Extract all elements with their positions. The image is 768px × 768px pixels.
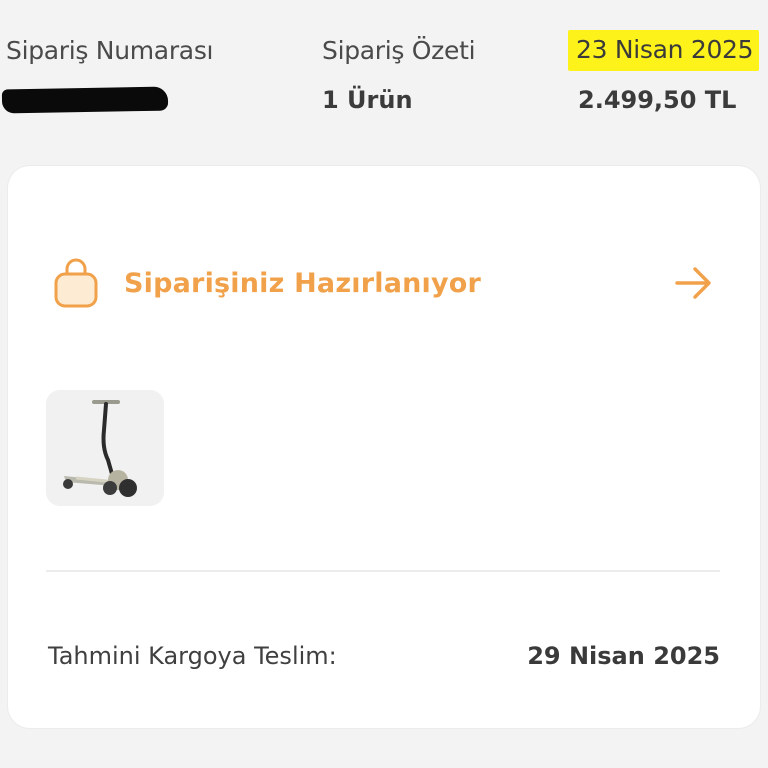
kick-scooter-image	[46, 390, 164, 506]
estimated-delivery-label: Tahmini Kargoya Teslim:	[48, 642, 337, 670]
order-status-row[interactable]: Siparişiniz Hazırlanıyor	[52, 254, 720, 312]
order-number-label: Sipariş Numarası	[6, 36, 214, 65]
order-number-redacted	[1, 86, 169, 114]
item-count: 1 Ürün	[322, 86, 413, 114]
arrow-right-icon[interactable]	[674, 264, 714, 302]
shopping-bag-icon	[54, 258, 98, 308]
order-date: 23 Nisan 2025	[568, 30, 760, 71]
order-summary-label: Sipariş Özeti	[322, 36, 476, 65]
order-status-text: Siparişiniz Hazırlanıyor	[124, 267, 482, 299]
order-total: 2.499,50 TL	[578, 86, 737, 114]
order-card: Siparişiniz Hazırlanıyor Tahmini Kargoya…	[8, 166, 760, 728]
divider	[46, 570, 720, 572]
order-detail-screen: Sipariş Numarası Sipariş Özeti 1 Ürün 23…	[0, 0, 768, 768]
estimated-delivery-date: 29 Nisan 2025	[527, 642, 720, 670]
product-thumbnail[interactable]	[46, 390, 164, 506]
